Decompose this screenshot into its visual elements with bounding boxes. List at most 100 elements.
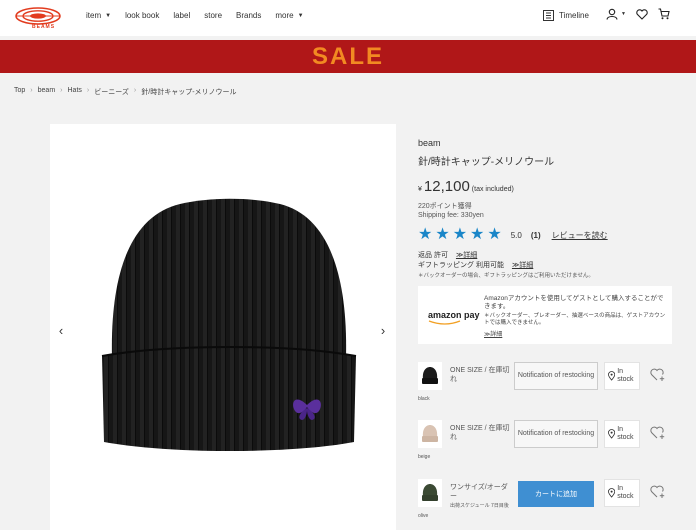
read-reviews-link[interactable]: レビューを読む [552, 230, 608, 241]
variant-swatch[interactable] [418, 420, 442, 448]
nav-item-label: Brands [236, 11, 262, 20]
product-price: ¥ 12,100 (tax included) [418, 178, 514, 195]
nav-item-more[interactable]: more ▼ [275, 11, 303, 20]
favorite-add-icon[interactable] [650, 368, 666, 382]
chevron-left-icon: ‹ [58, 322, 64, 338]
variant-row: beige ONE SIZE / 在庫切れ Notification of re… [418, 420, 672, 470]
chevron-right-icon: › [380, 322, 386, 338]
variant-swatch[interactable] [418, 479, 442, 507]
nav-item-item[interactable]: item ▼ [86, 11, 111, 20]
nav-item-label: label [173, 11, 191, 20]
timeline-icon [543, 10, 554, 21]
next-image-button[interactable]: › [372, 319, 394, 341]
return-label: 返品 許可 [418, 252, 448, 259]
cart-icon[interactable] [658, 8, 670, 20]
product-brand[interactable]: beam [418, 138, 441, 148]
return-detail-link[interactable]: ≫詳細 [456, 250, 477, 260]
amazon-pay-button[interactable]: amazon pay [428, 310, 480, 320]
favorite-add-icon[interactable] [650, 485, 666, 499]
return-policy: 返品 許可 ≫詳細 [418, 250, 477, 260]
header-icons: ▼ [606, 8, 670, 20]
star-icon: ★ [487, 226, 502, 243]
location-pin-icon [608, 488, 616, 498]
tax-note: (tax included) [471, 186, 514, 193]
prev-image-button[interactable]: ‹ [50, 319, 72, 341]
add-to-cart-button[interactable]: カートに追加 [518, 481, 594, 507]
store-stock-button[interactable]: In stock [604, 479, 640, 507]
nav-item-store[interactable]: store [204, 11, 222, 20]
location-pin-icon [608, 371, 616, 381]
amazon-pay-box: amazon pay Amazonアカウントを使用してゲストとして購入することが… [418, 286, 672, 344]
brand-logo-text: BEAMS [32, 24, 56, 30]
user-menu[interactable]: ▼ [606, 8, 626, 20]
breadcrumb-item[interactable]: Hats [68, 87, 82, 97]
nav-item-label: look book [125, 11, 160, 20]
user-icon [606, 8, 618, 20]
product-image[interactable] [50, 124, 396, 530]
breadcrumb-separator: › [133, 87, 137, 94]
breadcrumb-item[interactable]: beam [38, 87, 56, 97]
amazon-pay-detail-link[interactable]: ≫詳細 [484, 329, 502, 338]
timeline-link[interactable]: Timeline [543, 10, 589, 21]
restock-notification-button[interactable]: Notification of restocking [514, 420, 598, 448]
product-rating: ★ ★ ★ ★ ★ 5.0 (1) レビューを読む [418, 227, 608, 243]
site-header: BEAMS item ▼ look book label store Brands… [0, 0, 696, 36]
star-icon: ★ [435, 226, 450, 243]
price-value: 12,100 [423, 178, 470, 195]
breadcrumb-item[interactable]: Top [14, 87, 25, 97]
caret-down-icon: ▼ [621, 11, 626, 17]
stock-label: In stock [617, 368, 634, 383]
nav-item-look-book[interactable]: look book [125, 11, 159, 20]
restock-notification-button[interactable]: Notification of restocking [514, 362, 598, 390]
beanie-thumbnail [422, 484, 438, 501]
amazon-pay-description: Amazonアカウントを使用してゲストとして購入することができます。 [484, 295, 664, 310]
brand-logo[interactable]: BEAMS [14, 6, 66, 30]
swatch-label: olive [418, 513, 429, 519]
variant-name: ONE SIZE / 在庫切れ [450, 425, 510, 441]
heart-icon[interactable] [636, 8, 648, 20]
amazon-smile-icon [428, 320, 461, 325]
swatch-label: black [418, 396, 430, 402]
favorite-add-icon[interactable] [650, 426, 666, 440]
store-stock-button[interactable]: In stock [604, 362, 640, 390]
variant-name: ONE SIZE / 在庫切れ [450, 367, 510, 383]
variant-row: black ONE SIZE / 在庫切れ Notification of re… [418, 362, 672, 412]
sale-banner[interactable]: SALE [0, 40, 696, 73]
stock-label: In stock [617, 426, 634, 441]
nav-item-label: more [275, 11, 294, 20]
breadcrumb-item[interactable]: ビーニーズ [94, 87, 129, 97]
nav-item-label: item [86, 11, 102, 20]
nav-item-label: store [204, 11, 223, 20]
variant-name: ワンサイズ/オーダー 出荷スケジュール 7日目後 [450, 483, 512, 510]
backorder-note: ＊バックオーダーの場合、ギフトラッピングはご利用いただけません。 [418, 273, 594, 279]
stock-label: In stock [617, 485, 634, 500]
gift-label: ギフトラッピング 利用可能 [418, 262, 504, 269]
gift-wrapping: ギフトラッピング 利用可能 ≫詳細 [418, 260, 533, 270]
points-earned: 220ポイント獲得 [418, 203, 472, 210]
location-pin-icon [608, 429, 616, 439]
sale-text: SALE [311, 42, 384, 70]
nav-item-label-link[interactable]: label [173, 11, 190, 20]
variant-swatch[interactable] [418, 362, 442, 390]
store-stock-button[interactable]: In stock [604, 420, 640, 448]
product-name: 針/時計キャップ-メリノウール [418, 157, 555, 168]
star-icon: ★ [418, 226, 433, 243]
breadcrumb-separator: › [60, 87, 63, 94]
breadcrumb: Top › beam › Hats › ビーニーズ › 針/時計キャップ-メリノウール [14, 87, 237, 97]
star-icon: ★ [452, 226, 468, 243]
breadcrumb-separator: › [30, 87, 33, 94]
shipping-fee: Shipping fee: 330yen [418, 212, 484, 219]
nav-item-brands[interactable]: Brands [236, 11, 261, 20]
currency-symbol: ¥ [418, 186, 422, 193]
caret-down-icon: ▼ [297, 12, 304, 19]
breadcrumb-separator: › [86, 87, 90, 94]
star-icon: ★ [470, 226, 485, 243]
gift-detail-link[interactable]: ≫詳細 [512, 260, 533, 270]
caret-down-icon: ▼ [105, 12, 112, 19]
timeline-label: Timeline [559, 11, 589, 20]
amazon-pay-subnote: ＊バックオーダー、プレオーダー、抽選ベースの商品は、ゲストアカウントでは購入でき… [484, 313, 666, 326]
beanie-thumbnail [422, 425, 438, 442]
breadcrumb-current: 針/時計キャップ-メリノウール [141, 89, 237, 96]
swatch-label: beige [418, 454, 431, 460]
rating-count: (1) [530, 230, 541, 240]
